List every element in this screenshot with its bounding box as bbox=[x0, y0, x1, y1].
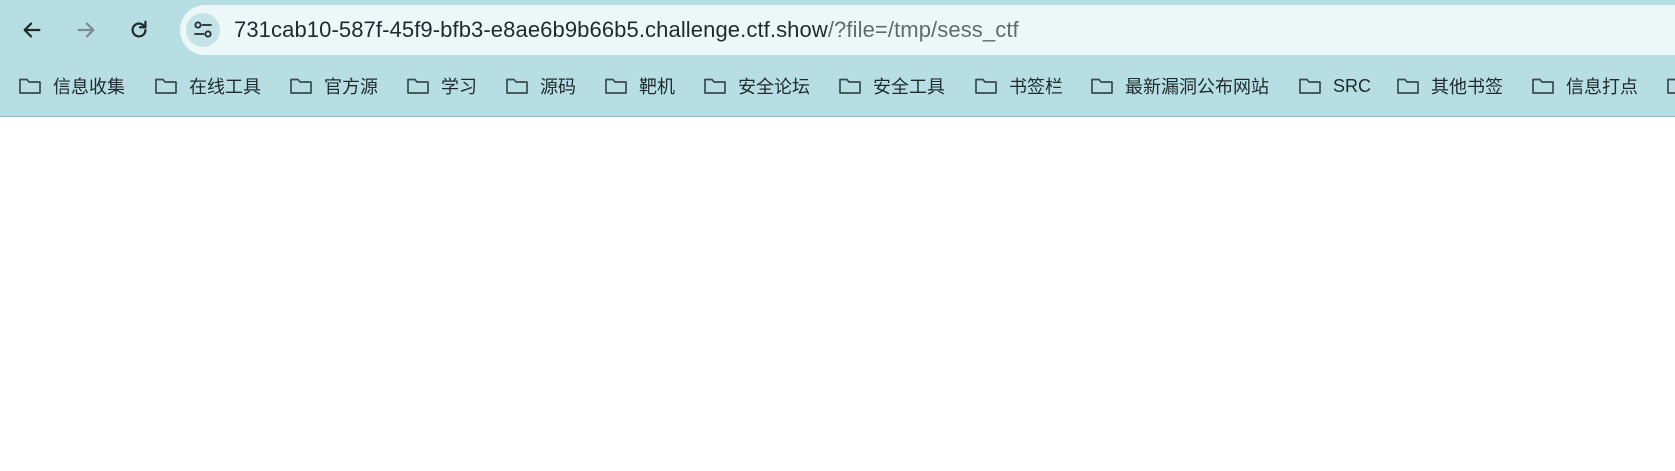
url-text[interactable]: 731cab10-587f-45f9-bfb3-e8ae6b9b66b5.cha… bbox=[234, 5, 1019, 55]
bookmark-label: 官方源 bbox=[324, 77, 378, 97]
bookmark-label: 最新漏洞公布网站 bbox=[1125, 77, 1269, 97]
url-host: 731cab10-587f-45f9-bfb3-e8ae6b9b66b5.cha… bbox=[234, 17, 828, 42]
bookmark-label: 靶机 bbox=[639, 77, 675, 97]
url-path: /?file=/tmp/sess_ctf bbox=[827, 17, 1019, 42]
bookmark-folder[interactable]: SRC bbox=[1298, 66, 1371, 106]
folder-icon bbox=[1397, 78, 1419, 94]
bookmark-folder-overflow[interactable] bbox=[1666, 66, 1675, 106]
folder-icon bbox=[975, 78, 997, 94]
address-bar[interactable]: 731cab10-587f-45f9-bfb3-e8ae6b9b66b5.cha… bbox=[180, 5, 1675, 55]
bookmark-label: 学习 bbox=[441, 77, 477, 97]
bookmark-folder[interactable]: 官方源 bbox=[289, 66, 378, 106]
tune-icon bbox=[194, 21, 212, 38]
folder-icon bbox=[506, 78, 528, 94]
bookmark-label: 信息打点 bbox=[1566, 77, 1638, 97]
bookmark-label: 源码 bbox=[540, 77, 576, 97]
site-info-button[interactable] bbox=[186, 13, 220, 47]
folder-icon bbox=[1091, 78, 1113, 94]
forward-button[interactable] bbox=[66, 10, 106, 50]
folder-icon bbox=[407, 78, 429, 94]
bookmark-folder[interactable]: 安全工具 bbox=[838, 66, 945, 106]
bookmark-folder[interactable]: 其他书签 bbox=[1396, 66, 1503, 106]
bookmark-label: 信息收集 bbox=[53, 77, 125, 97]
back-button[interactable] bbox=[12, 10, 52, 50]
folder-icon bbox=[290, 78, 312, 94]
arrow-left-icon bbox=[23, 22, 41, 38]
bookmark-folder[interactable]: 最新漏洞公布网站 bbox=[1090, 66, 1269, 106]
folder-icon bbox=[1299, 78, 1321, 94]
folder-icon bbox=[704, 78, 726, 94]
bookmark-label: 书签栏 bbox=[1009, 77, 1063, 97]
reload-button[interactable] bbox=[119, 10, 159, 50]
page-content bbox=[0, 117, 1675, 471]
bookmarks-bar: 信息收集 在线工具 官方源 学习 源码 靶机 安全论坛 安全工具 书签栏 最新漏… bbox=[0, 66, 1675, 106]
bookmark-label: 安全论坛 bbox=[738, 77, 810, 97]
bookmark-label: 在线工具 bbox=[189, 77, 261, 97]
bookmark-folder[interactable]: 信息打点 bbox=[1531, 66, 1638, 106]
bookmark-folder[interactable]: 安全论坛 bbox=[703, 66, 810, 106]
bookmark-folder[interactable]: 靶机 bbox=[604, 66, 675, 106]
bookmark-folder[interactable]: 在线工具 bbox=[154, 66, 261, 106]
folder-icon bbox=[1532, 78, 1554, 94]
bookmark-folder[interactable]: 学习 bbox=[406, 66, 477, 106]
arrow-right-icon bbox=[77, 22, 95, 38]
bookmark-folder[interactable]: 信息收集 bbox=[18, 66, 125, 106]
reload-icon bbox=[131, 20, 147, 38]
folder-icon bbox=[19, 78, 41, 94]
bookmark-folder[interactable]: 书签栏 bbox=[974, 66, 1063, 106]
bookmark-label: 其他书签 bbox=[1431, 77, 1503, 97]
bookmark-label: SRC bbox=[1333, 75, 1372, 96]
browser-toolbar: 731cab10-587f-45f9-bfb3-e8ae6b9b66b5.cha… bbox=[0, 0, 1675, 117]
folder-icon bbox=[1667, 78, 1675, 94]
folder-icon bbox=[839, 78, 861, 94]
folder-icon bbox=[155, 78, 177, 94]
bookmark-folder[interactable]: 源码 bbox=[505, 66, 576, 106]
folder-icon bbox=[605, 78, 627, 94]
bookmark-label: 安全工具 bbox=[873, 77, 945, 97]
